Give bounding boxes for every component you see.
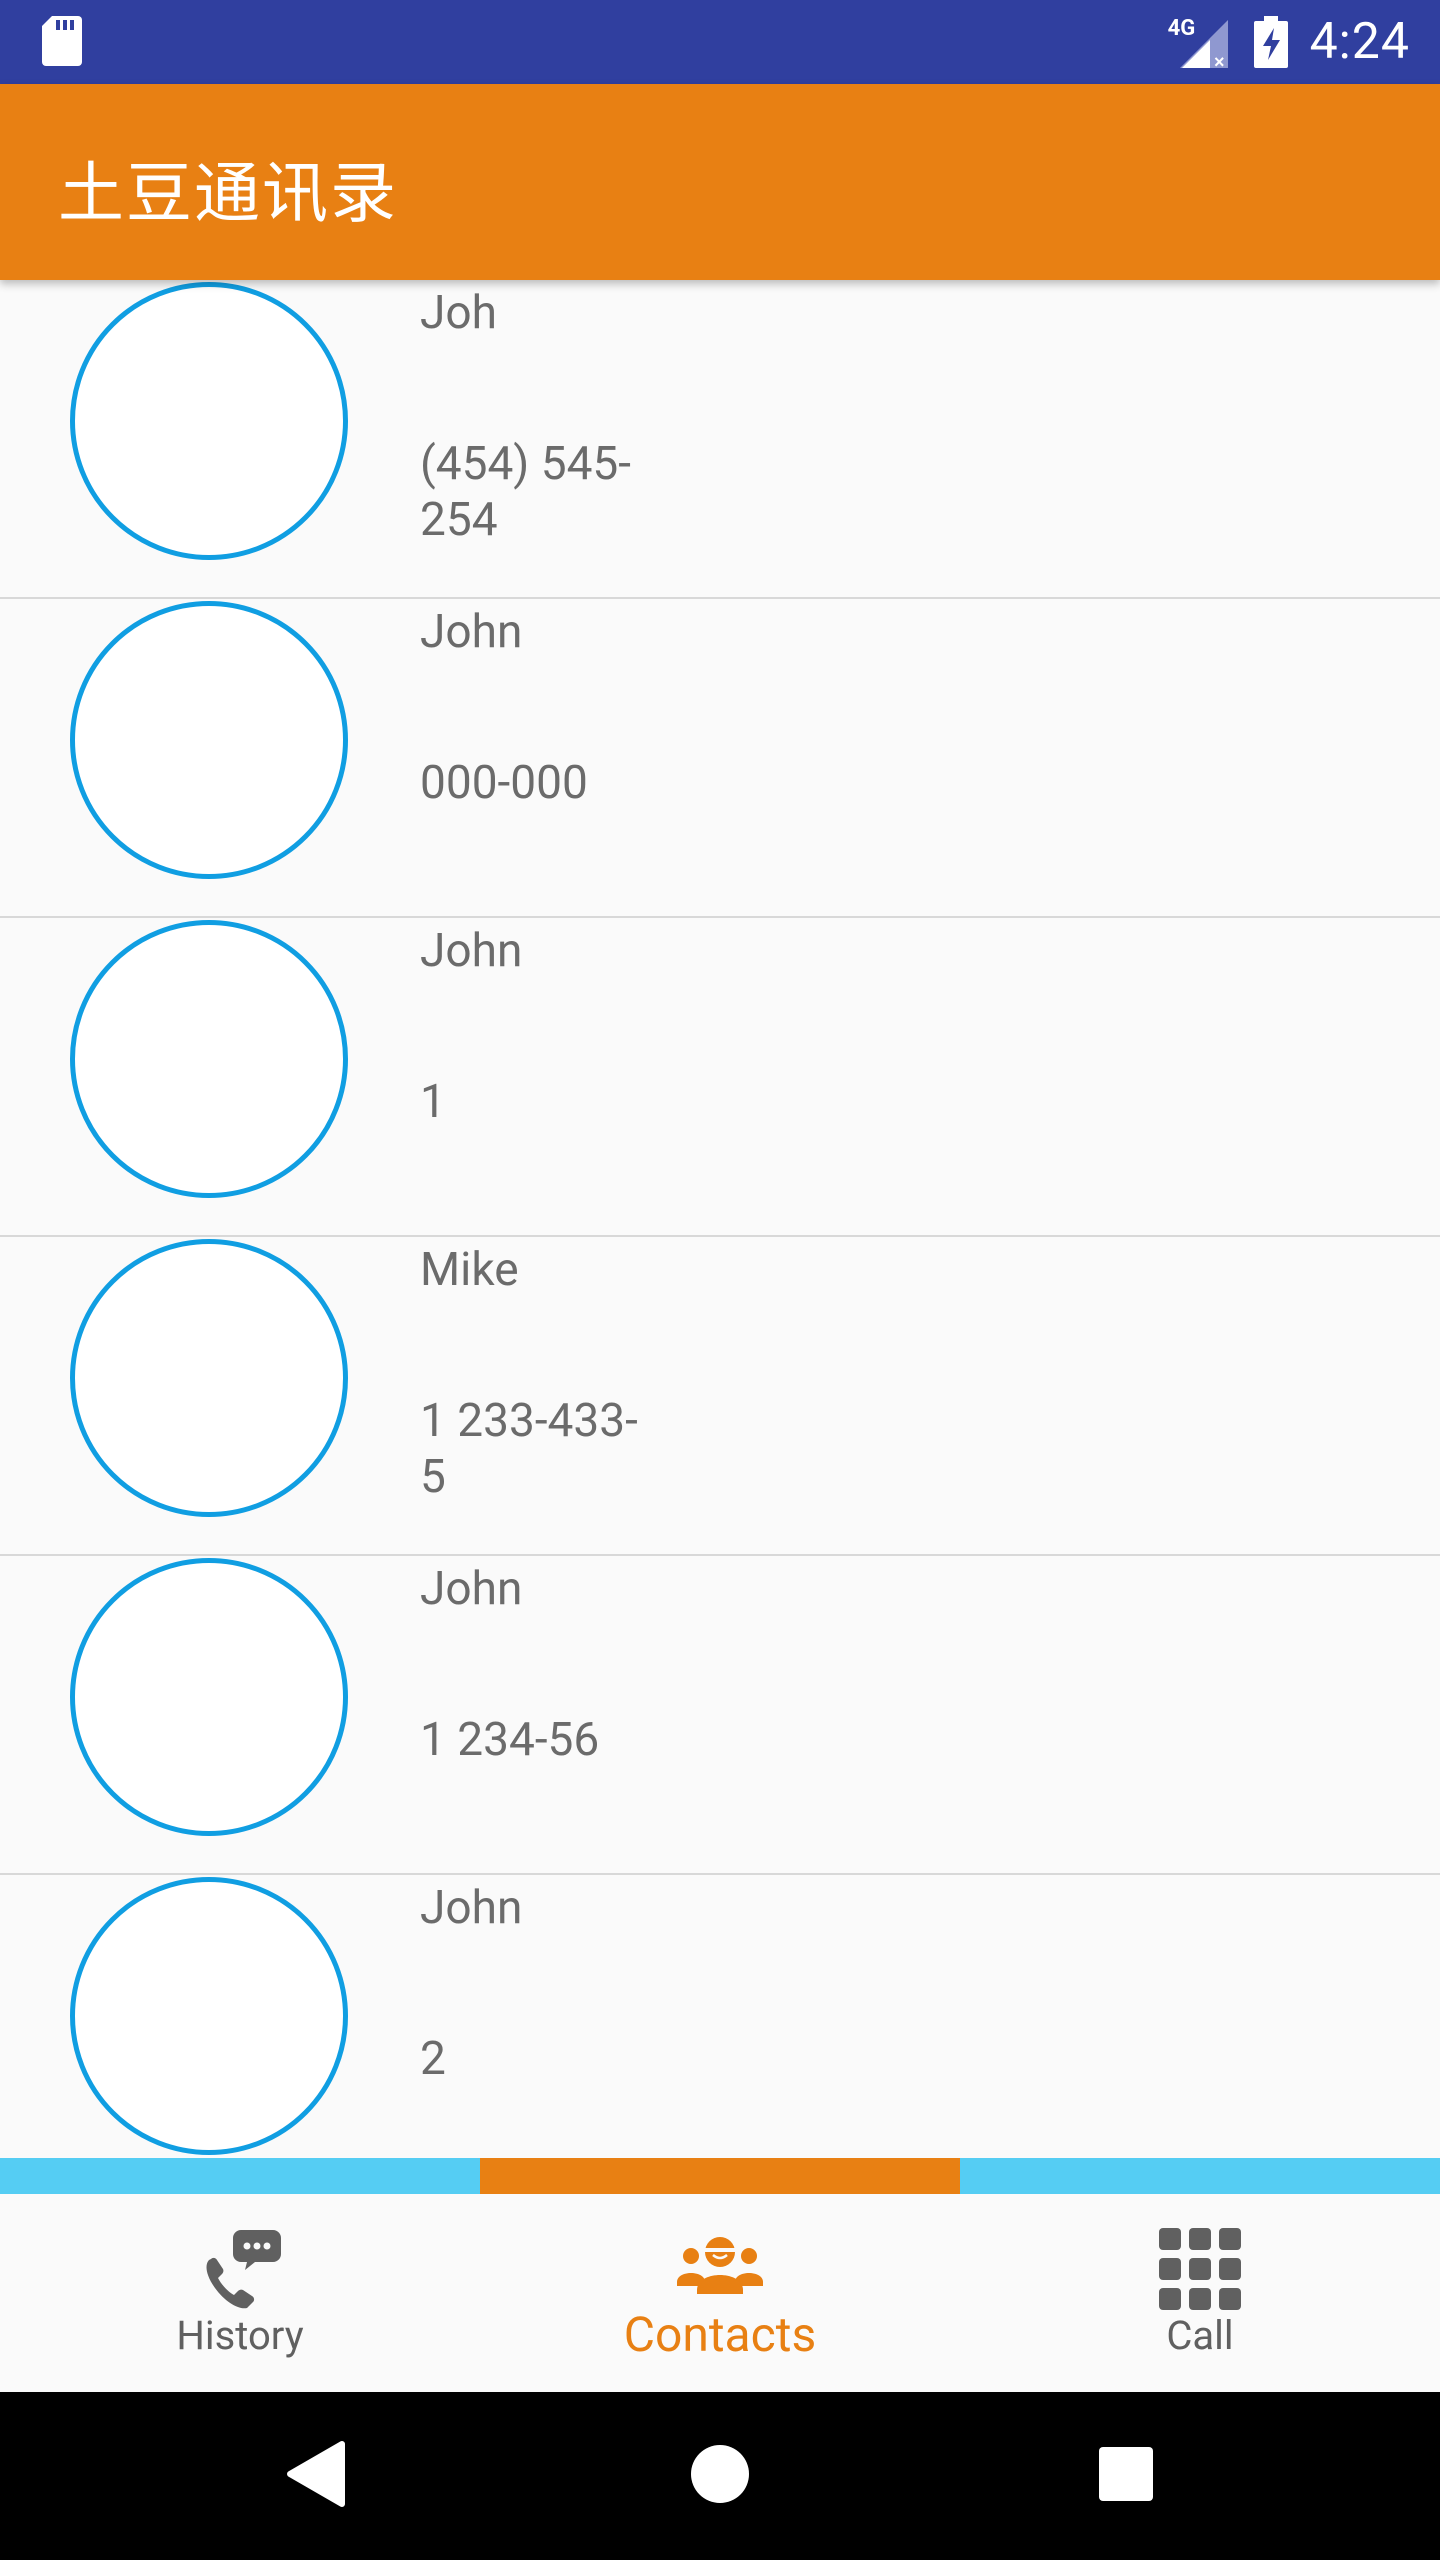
signal-4g-icon: 4G × [1168, 14, 1232, 70]
sd-card-icon [42, 16, 82, 66]
contact-row[interactable]: John 2 [0, 1875, 1440, 2158]
tab-indicator-call [960, 2158, 1440, 2194]
bottom-nav: History Contacts Call [0, 2194, 1440, 2392]
contact-name: John [420, 1562, 523, 1616]
contact-number: 1 [420, 1075, 446, 1129]
tab-call-label: Call [1166, 2312, 1234, 2359]
contact-number: 2 [420, 2032, 446, 2086]
contact-name: John [420, 924, 523, 978]
contact-avatar[interactable] [70, 601, 348, 879]
contact-number: 000-000 [420, 756, 588, 810]
status-bar: 4G × 4:24 [0, 0, 1440, 84]
contact-list[interactable]: Joh (454) 545-254 John 000-000 John 1 Mi… [0, 280, 1440, 2158]
app-bar: 土豆通讯录 [0, 84, 1440, 280]
contact-row[interactable]: Joh (454) 545-254 [0, 280, 1440, 599]
app-title: 土豆通讯录 [58, 156, 398, 233]
contact-name: John [420, 1881, 523, 1935]
recents-icon[interactable] [1086, 2434, 1166, 2514]
contact-avatar[interactable] [70, 1877, 348, 2155]
tab-contacts-label: Contacts [623, 2306, 817, 2363]
contact-number: 1 234-56 [420, 1713, 600, 1767]
contact-number: (454) 545-254 [420, 437, 631, 547]
contact-avatar[interactable] [70, 920, 348, 1198]
tab-history[interactable]: History [0, 2194, 480, 2392]
tab-contacts[interactable]: Contacts [480, 2194, 960, 2392]
contact-number: 1 233-433-5 [420, 1394, 638, 1504]
tab-call[interactable]: Call [960, 2194, 1440, 2392]
contact-name: Mike [420, 1243, 519, 1297]
tab-history-label: History [176, 2312, 304, 2359]
contact-avatar[interactable] [70, 1558, 348, 1836]
system-nav-bar [0, 2392, 1440, 2560]
dialpad-icon [1159, 2228, 1241, 2310]
status-clock: 4:24 [1309, 13, 1410, 71]
contact-row[interactable]: John 1 234-56 [0, 1556, 1440, 1875]
contacts-group-icon [677, 2237, 763, 2294]
contact-avatar[interactable] [70, 1239, 348, 1517]
battery-charging-icon [1253, 16, 1288, 68]
home-icon[interactable] [680, 2434, 760, 2514]
contact-row[interactable]: John 1 [0, 918, 1440, 1237]
tab-indicator-history [0, 2158, 480, 2194]
phone-chat-icon [206, 2230, 281, 2309]
contact-avatar[interactable] [70, 282, 348, 560]
contact-name: John [420, 605, 523, 659]
contact-row[interactable]: Mike 1 233-433-5 [0, 1237, 1440, 1556]
back-icon[interactable] [276, 2434, 356, 2514]
tab-indicator-contacts [480, 2158, 960, 2194]
svg-text:×: × [1214, 52, 1225, 70]
tab-indicator [0, 2158, 1440, 2194]
contact-row[interactable]: John 000-000 [0, 599, 1440, 918]
contact-name: Joh [420, 286, 497, 340]
